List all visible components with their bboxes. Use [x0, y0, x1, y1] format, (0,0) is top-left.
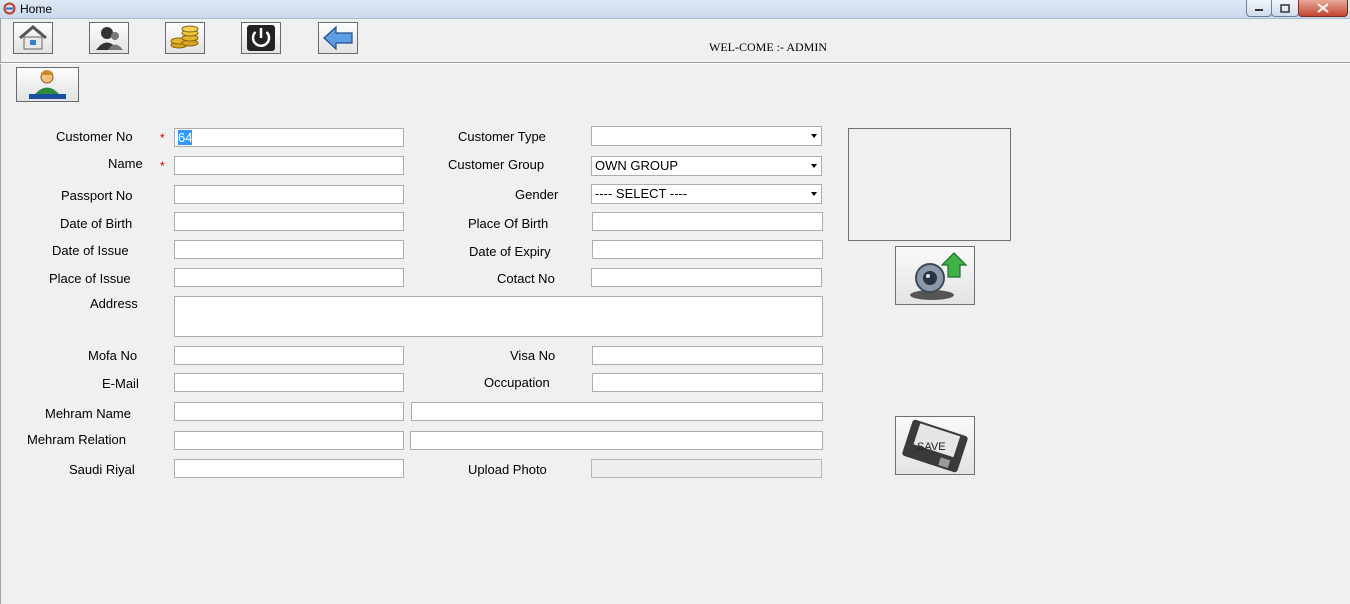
- customer-group-label: Customer Group: [448, 157, 545, 172]
- contact-no-input[interactable]: [591, 268, 822, 287]
- passport-no-input[interactable]: [174, 185, 404, 204]
- name-input[interactable]: [174, 156, 404, 175]
- contact-no-label: Cotact No: [497, 271, 555, 286]
- customer-no-label: Customer No: [56, 129, 133, 144]
- mehram-name-label: Mehram Name: [45, 406, 131, 421]
- welcome-text: WEL-COME :- ADMIN: [709, 40, 827, 54]
- toolbar-separator: [0, 62, 1350, 64]
- customer-type-select[interactable]: [591, 126, 822, 146]
- visa-no-input[interactable]: [592, 346, 823, 365]
- poi-input[interactable]: [174, 268, 404, 287]
- saudi-riyal-label: Saudi Riyal: [69, 462, 135, 477]
- minimize-icon: [1255, 9, 1263, 11]
- mehram-relation-input[interactable]: [174, 431, 404, 450]
- power-button[interactable]: [241, 22, 281, 54]
- home-icon: [19, 25, 47, 50]
- mehram-relation-label: Mehram Relation: [27, 432, 126, 447]
- close-button[interactable]: [1298, 0, 1348, 17]
- chevron-down-icon: [811, 134, 817, 138]
- email-input[interactable]: [174, 373, 404, 392]
- user-button[interactable]: [89, 22, 129, 54]
- customer-no-input[interactable]: 64: [174, 128, 404, 147]
- window-left-edge: [0, 18, 1, 604]
- back-button[interactable]: [318, 22, 358, 54]
- capture-photo-button[interactable]: [895, 246, 975, 305]
- close-icon: [1317, 3, 1329, 13]
- window-title: Home: [20, 2, 53, 16]
- occupation-input[interactable]: [592, 373, 823, 392]
- maximize-button[interactable]: [1271, 0, 1299, 17]
- restore-icon: [1280, 4, 1290, 13]
- occupation-label: Occupation: [484, 375, 550, 390]
- customer-type-label: Customer Type: [458, 129, 546, 144]
- passport-no-label: Passport No: [61, 188, 133, 203]
- gender-value: ---- SELECT ----: [595, 186, 688, 201]
- mofa-no-input[interactable]: [174, 346, 404, 365]
- poi-label: Place of Issue: [49, 271, 131, 286]
- email-label: E-Mail: [102, 376, 139, 391]
- dob-label: Date of Birth: [60, 216, 133, 231]
- doe-input[interactable]: [592, 240, 823, 259]
- address-label: Address: [90, 296, 138, 311]
- name-label: Name: [108, 156, 143, 171]
- title-bar: Home: [0, 0, 1350, 19]
- visa-no-label: Visa No: [510, 348, 556, 363]
- user-icon: [96, 27, 123, 50]
- name-required-mark: *: [160, 159, 165, 173]
- home-button[interactable]: [13, 22, 53, 54]
- save-label: SAVE: [917, 441, 946, 453]
- mehram-name-extra-input[interactable]: [411, 402, 823, 421]
- doi-label: Date of Issue: [52, 243, 129, 258]
- dob-input[interactable]: [174, 212, 404, 231]
- customer-group-select[interactable]: OWN GROUP: [591, 156, 822, 176]
- customer-no-required-mark: *: [160, 131, 165, 145]
- gender-label: Gender: [515, 187, 559, 202]
- mehram-name-input[interactable]: [174, 402, 404, 421]
- pob-label: Place Of Birth: [468, 216, 549, 231]
- app-icon: [3, 2, 16, 15]
- mofa-no-label: Mofa No: [88, 348, 138, 363]
- power-icon: [247, 25, 275, 51]
- address-input[interactable]: [174, 296, 823, 337]
- passenger-icon: [29, 70, 66, 99]
- doi-input[interactable]: [174, 240, 404, 259]
- customer-group-value: OWN GROUP: [595, 158, 679, 173]
- gender-select[interactable]: ---- SELECT ----: [591, 184, 822, 204]
- webcam-upload-icon: [910, 252, 968, 300]
- upload-photo-label: Upload Photo: [468, 462, 547, 477]
- passenger-details-button[interactable]: [16, 67, 79, 102]
- saudi-riyal-input[interactable]: [174, 459, 404, 478]
- upload-photo-path-input[interactable]: [591, 459, 822, 478]
- chevron-down-icon: [811, 164, 817, 168]
- photo-preview: [848, 128, 1011, 241]
- save-button[interactable]: SAVE: [895, 416, 975, 475]
- mehram-relation-extra-input[interactable]: [410, 431, 823, 450]
- customer-no-value: 64: [178, 130, 193, 145]
- chevron-down-icon: [811, 192, 817, 196]
- back-arrow-icon: [323, 25, 353, 51]
- coins-icon: [170, 25, 199, 49]
- coins-button[interactable]: [165, 22, 205, 54]
- minimize-button[interactable]: [1246, 0, 1272, 17]
- doe-label: Date of Expiry: [469, 244, 551, 259]
- pob-input[interactable]: [592, 212, 823, 231]
